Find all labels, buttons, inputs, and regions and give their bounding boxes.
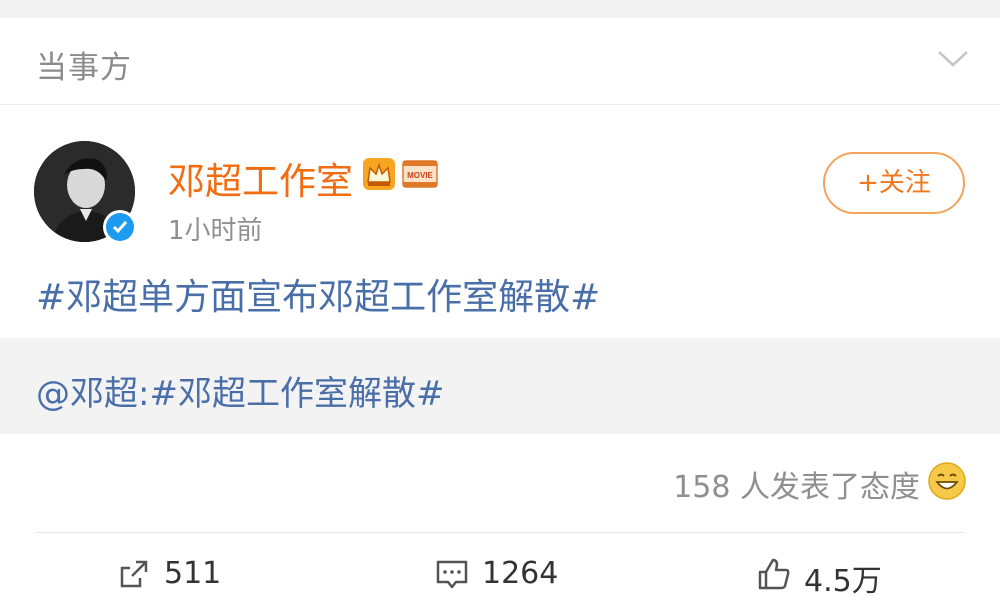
comment-count: 1264: [482, 556, 559, 591]
post-time: 1小时前: [168, 216, 263, 246]
author-name[interactable]: 邓超工作室: [168, 151, 353, 205]
repost-count: 511: [164, 556, 222, 591]
reaction-summary-row[interactable]: 158 人发表了态度: [670, 462, 920, 505]
post-hashtag-text[interactable]: #邓超单方面宣布邓超工作室解散#: [36, 268, 600, 320]
verified-badge: [103, 210, 137, 244]
section-title: 当事方: [36, 50, 132, 86]
section-header: 当事方: [0, 18, 1000, 105]
follow-button[interactable]: +关注: [823, 152, 965, 214]
comment-icon: [436, 560, 468, 589]
divider: [36, 532, 964, 533]
comment-button[interactable]: 1264: [434, 556, 574, 596]
share-icon: [120, 560, 148, 588]
repost-button[interactable]: 511: [116, 556, 236, 596]
crown-icon[interactable]: [361, 156, 397, 192]
chevron-down-icon[interactable]: [936, 46, 970, 70]
thumbs-up-icon: [758, 558, 790, 590]
checkmark-icon: [112, 221, 128, 234]
movie-badge-label: MOVIE: [407, 171, 433, 180]
like-button[interactable]: 4.5万: [756, 556, 906, 599]
reaction-count: 158 人发表了态度: [673, 470, 920, 505]
movie-badge-icon[interactable]: MOVIE: [402, 160, 438, 188]
grinning-emoji-icon[interactable]: [927, 461, 967, 501]
top-spacer: [0, 0, 1000, 18]
repost-box[interactable]: @邓超:#邓超工作室解散#: [0, 338, 1000, 434]
like-count: 4.5万: [804, 564, 882, 599]
repost-text[interactable]: @邓超:#邓超工作室解散#: [36, 366, 444, 415]
